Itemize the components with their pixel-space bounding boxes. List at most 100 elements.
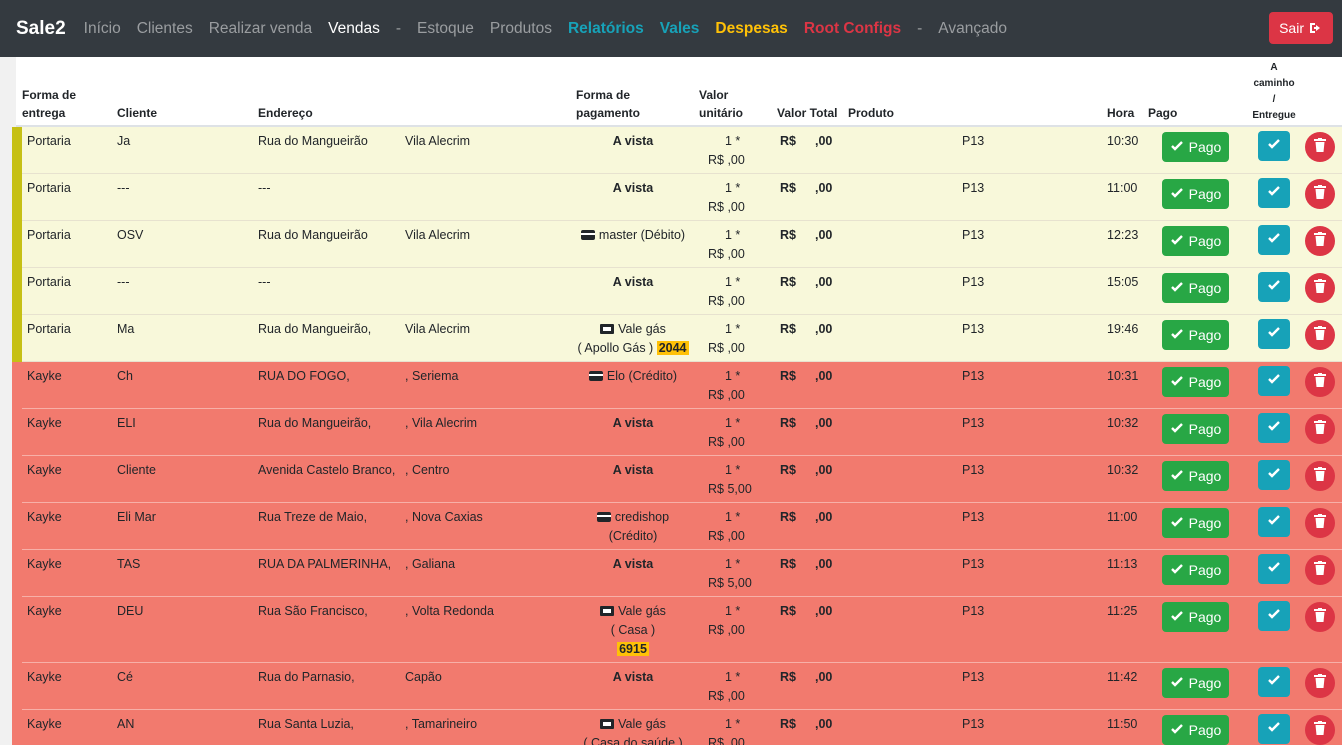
nav-link-7[interactable]: Relatórios	[568, 20, 644, 38]
pago-button[interactable]: Pago	[1162, 179, 1229, 209]
check-icon	[1267, 325, 1281, 344]
delete-button[interactable]	[1305, 367, 1335, 397]
nav-link-6[interactable]: Produtos	[490, 20, 552, 38]
delete-button[interactable]	[1305, 602, 1335, 632]
row-status-marker	[12, 456, 22, 503]
client-name[interactable]: Ch	[117, 367, 133, 386]
pago-button[interactable]: Pago	[1162, 367, 1229, 397]
header-product: Produto	[848, 106, 894, 120]
client-name[interactable]: ---	[117, 179, 130, 198]
nav-link-10[interactable]: Root Configs	[804, 20, 901, 38]
client-name[interactable]: AN	[117, 715, 134, 734]
nav-link-9[interactable]: Despesas	[715, 20, 787, 38]
delivered-toggle-button[interactable]	[1258, 554, 1290, 584]
delete-button[interactable]	[1305, 668, 1335, 698]
delivered-toggle-button[interactable]	[1258, 667, 1290, 697]
trash-icon	[1314, 137, 1326, 157]
pago-button[interactable]: Pago	[1162, 320, 1229, 350]
nav-link-1[interactable]: Clientes	[137, 20, 193, 38]
pago-button[interactable]: Pago	[1162, 226, 1229, 256]
delivered-toggle-button[interactable]	[1258, 131, 1290, 161]
nav-link-2[interactable]: Realizar venda	[209, 20, 312, 38]
logout-button[interactable]: Sair	[1269, 12, 1333, 44]
pago-button[interactable]: Pago	[1162, 414, 1229, 444]
delivery-method: Kayke	[27, 510, 62, 524]
nav-link-5[interactable]: Estoque	[417, 20, 474, 38]
pago-button[interactable]: Pago	[1162, 602, 1229, 632]
pago-button[interactable]: Pago	[1162, 461, 1229, 491]
delete-button[interactable]	[1305, 132, 1335, 162]
header-address: Endereço	[258, 106, 313, 120]
client-name[interactable]: TAS	[117, 555, 140, 574]
client-name[interactable]: DEU	[117, 602, 143, 621]
pago-button[interactable]: Pago	[1162, 555, 1229, 585]
delivered-toggle-button[interactable]	[1258, 366, 1290, 396]
check-icon	[1267, 607, 1281, 626]
delete-button[interactable]	[1305, 273, 1335, 303]
nav-menu: Início Clientes Realizar venda Vendas - Estoq…	[84, 20, 1023, 38]
total-value: ,00	[815, 369, 833, 383]
delete-button[interactable]	[1305, 715, 1335, 745]
credit-card-icon	[580, 230, 595, 240]
delete-button[interactable]	[1305, 414, 1335, 444]
payment-cell: Elo (Crédito)	[558, 367, 708, 386]
client-name[interactable]: Cé	[117, 668, 133, 687]
client-name[interactable]: ---	[117, 273, 130, 292]
delivered-toggle-button[interactable]	[1258, 178, 1290, 208]
delivered-toggle-button[interactable]	[1258, 601, 1290, 631]
delivery-method: Kayke	[27, 604, 62, 618]
total-value: ,00	[815, 228, 833, 242]
delivered-toggle-button[interactable]	[1258, 460, 1290, 490]
nav-link-8[interactable]: Vales	[660, 20, 700, 38]
neighborhood: , Volta Redonda	[405, 604, 494, 618]
client-name[interactable]: Ja	[117, 132, 130, 151]
brand-logo[interactable]: Sale2	[16, 18, 66, 40]
total-value: ,00	[815, 275, 833, 289]
payment-cell: A vista	[558, 414, 708, 433]
delivered-toggle-button[interactable]	[1258, 225, 1290, 255]
quantity: 1 *	[725, 322, 741, 336]
total-value: ,00	[815, 510, 833, 524]
client-name[interactable]: OSV	[117, 226, 143, 245]
pago-label: Pago	[1188, 468, 1222, 484]
delivered-toggle-button[interactable]	[1258, 507, 1290, 537]
check-icon	[1170, 233, 1184, 250]
product: P13	[962, 416, 985, 430]
delivered-toggle-button[interactable]	[1258, 319, 1290, 349]
delete-button[interactable]	[1305, 461, 1335, 491]
delete-button[interactable]	[1305, 508, 1335, 538]
delivery-method: Portaria	[27, 322, 71, 336]
header-paid: Pago	[1148, 106, 1178, 120]
check-icon	[1170, 374, 1184, 391]
payment-method: credishop	[614, 510, 670, 524]
neighborhood: Capão	[405, 670, 442, 684]
delivered-toggle-button[interactable]	[1258, 272, 1290, 302]
total-value: ,00	[815, 717, 833, 731]
client-name[interactable]: Ma	[117, 320, 134, 339]
neighborhood: , Seriema	[405, 369, 459, 383]
delete-button[interactable]	[1305, 179, 1335, 209]
payment-method: A vista	[612, 416, 654, 430]
pago-button[interactable]: Pago	[1162, 715, 1229, 745]
client-name[interactable]: ELI	[117, 414, 136, 433]
delete-button[interactable]	[1305, 226, 1335, 256]
nav-link-12[interactable]: Avançado	[938, 20, 1007, 38]
logout-label: Sair	[1279, 20, 1304, 36]
nav-link-0[interactable]: Início	[84, 20, 121, 38]
pago-button[interactable]: Pago	[1162, 273, 1229, 303]
pago-button[interactable]: Pago	[1162, 668, 1229, 698]
pago-button[interactable]: Pago	[1162, 508, 1229, 538]
delete-button[interactable]	[1305, 555, 1335, 585]
delivery-method: Kayke	[27, 670, 62, 684]
payment-method: Vale gás	[618, 604, 666, 618]
sale-hour: 10:32	[1107, 463, 1139, 477]
delivered-toggle-button[interactable]	[1258, 714, 1290, 744]
pago-button[interactable]: Pago	[1162, 132, 1229, 162]
delete-button[interactable]	[1305, 320, 1335, 350]
delivered-toggle-button[interactable]	[1258, 413, 1290, 443]
client-name[interactable]: Eli Mar	[117, 508, 156, 527]
client-name[interactable]: Cliente	[117, 461, 156, 480]
quantity: 1 *	[725, 134, 741, 148]
nav-link-3[interactable]: Vendas	[328, 20, 380, 38]
pago-label: Pago	[1188, 675, 1222, 691]
